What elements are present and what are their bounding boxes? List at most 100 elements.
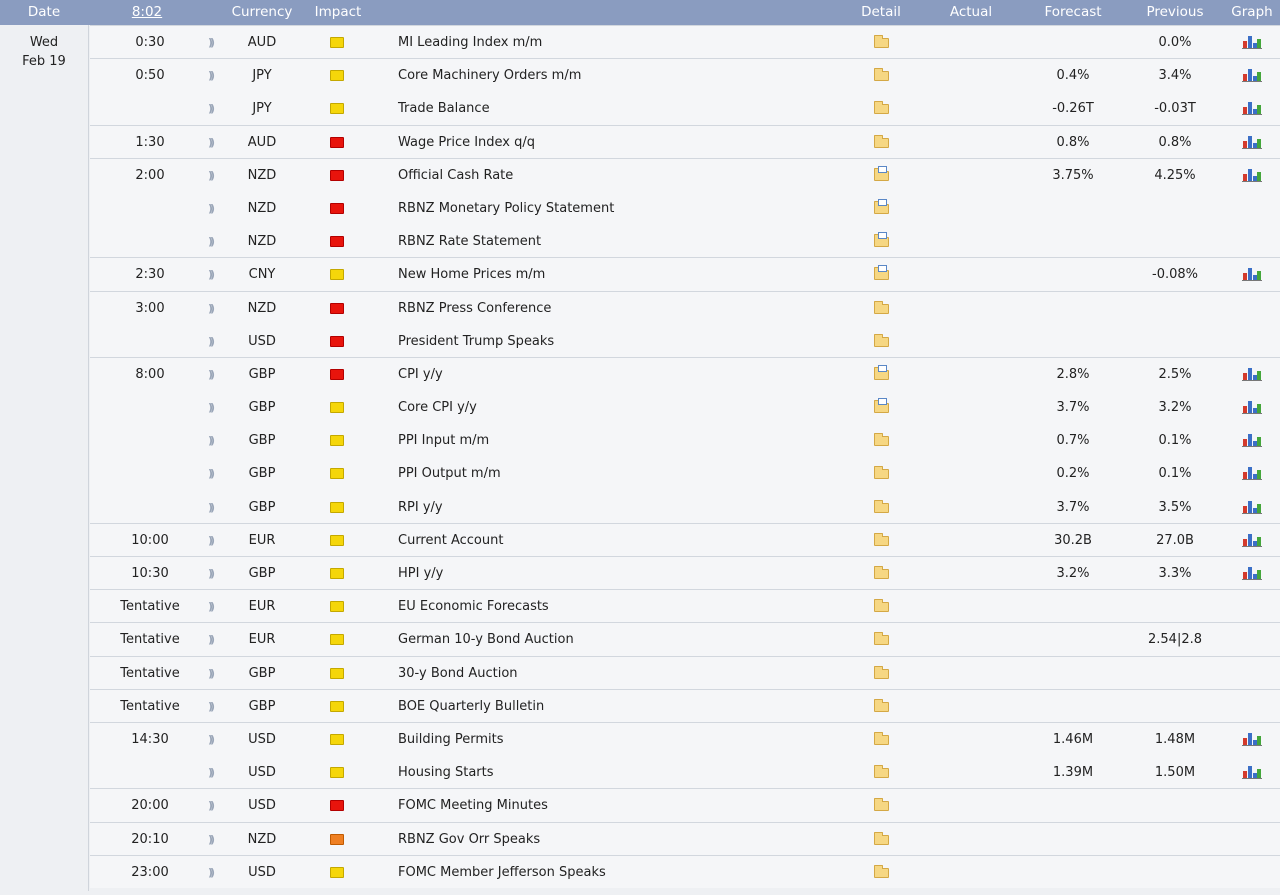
sound-alert-icon[interactable]: )) bbox=[202, 26, 218, 59]
event-title[interactable]: RPI y/y bbox=[398, 491, 443, 524]
folder-icon[interactable] bbox=[870, 823, 892, 856]
impact-low-icon[interactable] bbox=[326, 524, 348, 557]
graph-icon[interactable] bbox=[1242, 524, 1264, 557]
event-row[interactable]: )) USD Housing Starts 1.39M 1.50M bbox=[90, 755, 1280, 789]
folder-icon[interactable] bbox=[870, 292, 892, 325]
folder-icon[interactable] bbox=[870, 424, 892, 457]
sound-alert-icon[interactable]: )) bbox=[202, 258, 218, 291]
folder-icon[interactable] bbox=[870, 590, 892, 623]
impact-low-icon[interactable] bbox=[326, 557, 348, 590]
sound-alert-icon[interactable]: )) bbox=[202, 823, 218, 856]
event-title[interactable]: RBNZ Monetary Policy Statement bbox=[398, 192, 614, 225]
impact-high-icon[interactable] bbox=[326, 325, 348, 358]
news-folder-icon[interactable] bbox=[870, 225, 892, 258]
event-row[interactable]: 2:30)) CNY New Home Prices m/m -0.08% bbox=[90, 257, 1280, 291]
graph-icon[interactable] bbox=[1242, 258, 1264, 291]
header-impact[interactable]: Impact bbox=[306, 4, 370, 20]
event-row[interactable]: )) GBP RPI y/y 3.7% 3.5% bbox=[90, 489, 1280, 524]
folder-icon[interactable] bbox=[870, 491, 892, 524]
folder-icon[interactable] bbox=[870, 325, 892, 358]
impact-high-icon[interactable] bbox=[326, 292, 348, 325]
event-row[interactable]: 1:30)) AUD Wage Price Index q/q 0.8% 0.8% bbox=[90, 124, 1280, 159]
event-title[interactable]: RBNZ Rate Statement bbox=[398, 225, 541, 258]
impact-low-icon[interactable] bbox=[326, 491, 348, 524]
news-folder-icon[interactable] bbox=[870, 358, 892, 391]
impact-high-icon[interactable] bbox=[326, 358, 348, 391]
event-title[interactable]: Current Account bbox=[398, 524, 503, 557]
event-row[interactable]: )) NZD RBNZ Monetary Policy Statement bbox=[90, 190, 1280, 225]
event-row[interactable]: 8:00)) GBP CPI y/y 2.8% 2.5% bbox=[90, 356, 1280, 391]
folder-icon[interactable] bbox=[870, 657, 892, 690]
graph-icon[interactable] bbox=[1242, 126, 1264, 159]
graph-icon[interactable] bbox=[1242, 159, 1264, 192]
graph-icon[interactable] bbox=[1242, 59, 1264, 92]
sound-alert-icon[interactable]: )) bbox=[202, 756, 218, 789]
event-title[interactable]: FOMC Meeting Minutes bbox=[398, 789, 548, 822]
event-row[interactable]: 0:30)) AUD MI Leading Index m/m 0.0% bbox=[90, 25, 1280, 59]
sound-alert-icon[interactable]: )) bbox=[202, 723, 218, 756]
sound-alert-icon[interactable]: )) bbox=[202, 192, 218, 225]
impact-high-icon[interactable] bbox=[326, 159, 348, 192]
event-title[interactable]: Trade Balance bbox=[398, 92, 490, 125]
folder-icon[interactable] bbox=[870, 524, 892, 557]
impact-low-icon[interactable] bbox=[326, 690, 348, 723]
folder-icon[interactable] bbox=[870, 723, 892, 756]
event-row[interactable]: 23:00)) USD FOMC Member Jefferson Speaks bbox=[90, 854, 1280, 889]
event-row[interactable]: )) GBP PPI Input m/m 0.7% 0.1% bbox=[90, 423, 1280, 457]
event-row[interactable]: )) JPY Trade Balance -0.26T -0.03T bbox=[90, 91, 1280, 125]
current-time-link[interactable]: 8:02 bbox=[118, 4, 176, 20]
folder-icon[interactable] bbox=[870, 26, 892, 59]
event-row[interactable]: 20:00)) USD FOMC Meeting Minutes bbox=[90, 788, 1280, 822]
impact-low-icon[interactable] bbox=[326, 856, 348, 889]
event-row[interactable]: Tentative)) GBP 30-y Bond Auction bbox=[90, 655, 1280, 690]
graph-icon[interactable] bbox=[1242, 26, 1264, 59]
event-row[interactable]: Tentative)) GBP BOE Quarterly Bulletin bbox=[90, 688, 1280, 723]
event-row[interactable]: )) GBP Core CPI y/y 3.7% 3.2% bbox=[90, 390, 1280, 424]
folder-icon[interactable] bbox=[870, 756, 892, 789]
impact-low-icon[interactable] bbox=[326, 26, 348, 59]
impact-low-icon[interactable] bbox=[326, 424, 348, 457]
event-title[interactable]: President Trump Speaks bbox=[398, 325, 554, 358]
impact-high-icon[interactable] bbox=[326, 126, 348, 159]
impact-low-icon[interactable] bbox=[326, 590, 348, 623]
sound-alert-icon[interactable]: )) bbox=[202, 557, 218, 590]
event-title[interactable]: PPI Input m/m bbox=[398, 424, 489, 457]
impact-low-icon[interactable] bbox=[326, 657, 348, 690]
event-title[interactable]: EU Economic Forecasts bbox=[398, 590, 549, 623]
event-title[interactable]: RBNZ Gov Orr Speaks bbox=[398, 823, 540, 856]
news-folder-icon[interactable] bbox=[870, 258, 892, 291]
sound-alert-icon[interactable]: )) bbox=[202, 491, 218, 524]
event-title[interactable]: Housing Starts bbox=[398, 756, 494, 789]
folder-icon[interactable] bbox=[870, 92, 892, 125]
graph-icon[interactable] bbox=[1242, 92, 1264, 125]
event-row[interactable]: 10:00)) EUR Current Account 30.2B 27.0B bbox=[90, 522, 1280, 557]
folder-icon[interactable] bbox=[870, 623, 892, 656]
folder-icon[interactable] bbox=[870, 789, 892, 822]
sound-alert-icon[interactable]: )) bbox=[202, 358, 218, 391]
sound-alert-icon[interactable]: )) bbox=[202, 225, 218, 258]
event-row[interactable]: Tentative)) EUR EU Economic Forecasts bbox=[90, 589, 1280, 623]
event-row[interactable]: 14:30)) USD Building Permits 1.46M 1.48M bbox=[90, 721, 1280, 756]
sound-alert-icon[interactable]: )) bbox=[202, 159, 218, 192]
graph-icon[interactable] bbox=[1242, 723, 1264, 756]
graph-icon[interactable] bbox=[1242, 391, 1264, 424]
event-title[interactable]: Core Machinery Orders m/m bbox=[398, 59, 581, 92]
sound-alert-icon[interactable]: )) bbox=[202, 325, 218, 358]
event-title[interactable]: RBNZ Press Conference bbox=[398, 292, 551, 325]
impact-low-icon[interactable] bbox=[326, 623, 348, 656]
header-currency[interactable]: Currency bbox=[226, 4, 298, 20]
impact-low-icon[interactable] bbox=[326, 258, 348, 291]
sound-alert-icon[interactable]: )) bbox=[202, 424, 218, 457]
event-row[interactable]: 20:10)) NZD RBNZ Gov Orr Speaks bbox=[90, 821, 1280, 856]
graph-icon[interactable] bbox=[1242, 756, 1264, 789]
sound-alert-icon[interactable]: )) bbox=[202, 59, 218, 92]
impact-low-icon[interactable] bbox=[326, 457, 348, 490]
event-title[interactable]: New Home Prices m/m bbox=[398, 258, 545, 291]
news-folder-icon[interactable] bbox=[870, 159, 892, 192]
sound-alert-icon[interactable]: )) bbox=[202, 657, 218, 690]
sound-alert-icon[interactable]: )) bbox=[202, 126, 218, 159]
event-title[interactable]: German 10-y Bond Auction bbox=[398, 623, 574, 656]
impact-high-icon[interactable] bbox=[326, 789, 348, 822]
graph-icon[interactable] bbox=[1242, 557, 1264, 590]
sound-alert-icon[interactable]: )) bbox=[202, 457, 218, 490]
